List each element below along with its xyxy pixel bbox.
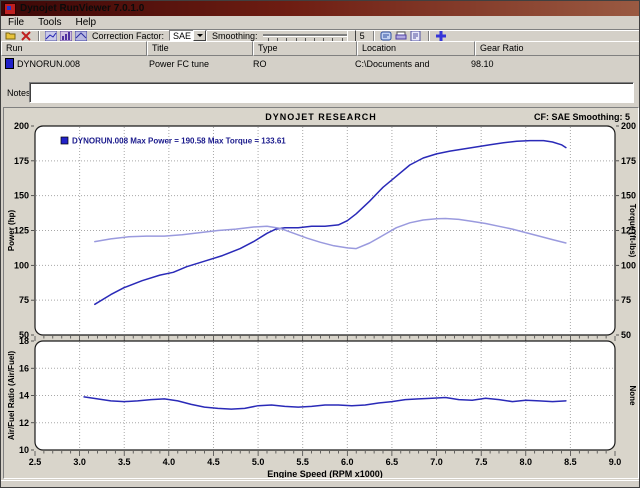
y-axis-title-left: Air/Fuel Ratio (Air/Fuel) xyxy=(7,351,16,441)
x-tick-label: 8.0 xyxy=(520,457,533,467)
menu-help[interactable]: Help xyxy=(68,17,103,28)
y-tick-label-right: 50 xyxy=(621,330,631,340)
y-tick-label-right: 200 xyxy=(621,121,636,131)
y-tick-label-right: 100 xyxy=(621,260,636,270)
y-axis-title-right: None xyxy=(628,386,637,407)
app-icon xyxy=(4,2,16,15)
smoothing-value: 5 xyxy=(359,30,365,41)
column-header-run[interactable]: Run xyxy=(1,41,147,56)
app-window: Dynojet RunViewer 7.0.1.0 File Tools Hel… xyxy=(0,0,640,488)
run-title: Power FC tune xyxy=(149,58,210,69)
smoothing-slider[interactable] xyxy=(262,30,356,42)
y-axis-title-left: Power (hp) xyxy=(7,210,16,252)
correction-factor-label: Correction Factor: xyxy=(92,30,165,41)
y-tick-label: 100 xyxy=(14,260,29,270)
print-icon[interactable] xyxy=(395,30,407,41)
y-tick-label: 14 xyxy=(19,391,29,401)
run-name: DYNORUN.008 xyxy=(17,58,81,69)
y-tick-label: 150 xyxy=(14,191,29,201)
x-tick-label: 3.5 xyxy=(118,457,131,467)
toolbar: Correction Factor: SAE Smoothing: 5 xyxy=(1,29,639,42)
chevron-down-icon[interactable] xyxy=(193,30,207,41)
x-tick-label: 5.5 xyxy=(296,457,309,467)
x-axis-tick-ruler xyxy=(34,336,616,341)
menu-bar: File Tools Help xyxy=(1,16,639,30)
column-header-location[interactable]: Location xyxy=(357,41,475,56)
y-tick-label-right: 150 xyxy=(621,191,636,201)
notes-input[interactable] xyxy=(29,82,634,103)
y-tick-label: 200 xyxy=(14,121,29,131)
status-bar xyxy=(1,480,639,487)
overlay-add-icon[interactable] xyxy=(435,30,447,41)
y-tick-label: 12 xyxy=(19,418,29,428)
column-header-gear-ratio[interactable]: Gear Ratio xyxy=(475,41,639,56)
x-tick-label: 9.0 xyxy=(609,457,622,467)
y-tick-label-right: 175 xyxy=(621,156,636,166)
legend-text: DYNORUN.008 Max Power = 190.58 Max Torqu… xyxy=(72,137,286,146)
graph-setup-icon[interactable] xyxy=(75,30,87,41)
window-title: Dynojet RunViewer 7.0.1.0 xyxy=(20,3,145,14)
x-tick-label: 6.5 xyxy=(386,457,399,467)
y-axis-title-right: Torque (ft-lbs) xyxy=(628,204,637,258)
graph-power-icon[interactable] xyxy=(45,30,57,41)
y-tick-label: 16 xyxy=(19,363,29,373)
close-run-icon[interactable] xyxy=(20,30,32,41)
correction-factor-value: SAE xyxy=(173,30,192,41)
title-bar: Dynojet RunViewer 7.0.1.0 xyxy=(1,1,639,16)
y-tick-label: 175 xyxy=(14,156,29,166)
x-tick-label: 8.5 xyxy=(564,457,577,467)
y-tick-label: 75 xyxy=(19,295,29,305)
x-axis-tick-ruler xyxy=(34,451,616,456)
legend-swatch xyxy=(60,136,69,145)
column-header-title[interactable]: Title xyxy=(147,41,253,56)
chart-panel: DYNOJET RESEARCH CF: SAE Smoothing: 5 50… xyxy=(3,107,639,479)
run-gear-ratio: 98.10 xyxy=(471,58,494,69)
run-type: RO xyxy=(253,58,267,69)
menu-tools[interactable]: Tools xyxy=(31,17,68,28)
smoothing-label: Smoothing: xyxy=(212,30,258,41)
toolbar-separator xyxy=(38,30,39,41)
toolbar-separator xyxy=(427,30,429,41)
x-tick-label: 6.0 xyxy=(341,457,354,467)
y-tick-label-right: 75 xyxy=(621,295,631,305)
menu-file[interactable]: File xyxy=(1,17,31,28)
run-location: C:\Documents and xyxy=(355,58,430,69)
x-tick-label: 7.5 xyxy=(475,457,488,467)
x-tick-label: 7.0 xyxy=(430,457,443,467)
y-tick-label: 18 xyxy=(19,336,29,346)
x-tick-label: 3.0 xyxy=(73,457,86,467)
x-tick-label: 5.0 xyxy=(252,457,265,467)
report-icon[interactable] xyxy=(410,30,422,41)
open-run-icon[interactable] xyxy=(5,30,17,41)
x-tick-label: 4.0 xyxy=(163,457,176,467)
dyno-chart: 50 5075 75100 100125 125150 150175 175200 200Po… xyxy=(7,121,637,478)
x-tick-label: 4.5 xyxy=(207,457,220,467)
run-table-header: Run Title Type Location Gear Ratio xyxy=(1,41,639,56)
notes-row: Notes: xyxy=(1,81,639,105)
graph-overlay-icon[interactable] xyxy=(60,30,72,41)
x-tick-label: 2.5 xyxy=(29,457,42,467)
table-row[interactable]: DYNORUN.008 Power FC tune RO C:\Document… xyxy=(1,56,639,71)
run-color-swatch xyxy=(5,58,14,69)
correction-factor-select[interactable]: SAE xyxy=(169,30,208,41)
column-header-type[interactable]: Type xyxy=(253,41,357,56)
x-axis-title: Engine Speed (RPM x1000) xyxy=(267,469,383,478)
toolbar-separator xyxy=(372,30,374,41)
y-tick-label: 125 xyxy=(14,226,29,236)
run-table: Run Title Type Location Gear Ratio DYNOR… xyxy=(1,41,639,71)
notes-icon[interactable] xyxy=(380,30,392,41)
y-tick-label: 10 xyxy=(19,445,29,455)
